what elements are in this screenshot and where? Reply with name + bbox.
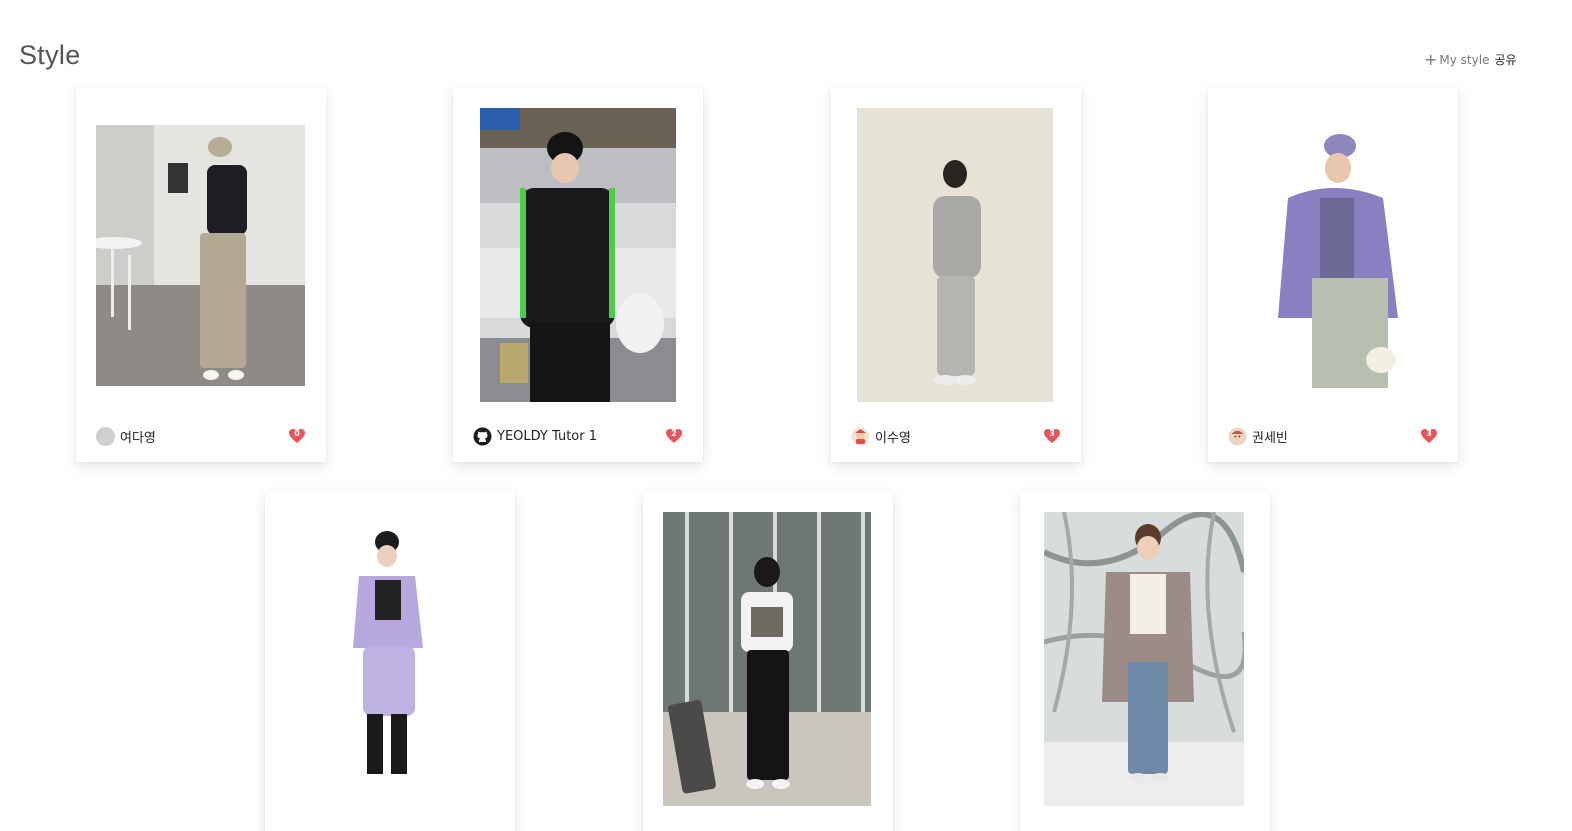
style-photo[interactable] (96, 125, 305, 386)
like-button[interactable]: 2 (665, 428, 683, 444)
author-name: YEOLDY Tutor 1 (497, 428, 598, 444)
style-card[interactable] (265, 492, 515, 831)
like-button[interactable]: 3 (1420, 428, 1438, 444)
style-photo[interactable] (1044, 512, 1244, 806)
style-card[interactable] (643, 492, 893, 831)
style-card[interactable]: YEOLDY Tutor 1 2 (453, 88, 703, 462)
style-card[interactable]: 권세빈 3 (1208, 88, 1458, 462)
share-link-label-kr: 공유 (1494, 53, 1517, 67)
style-card[interactable]: 여다영 0 (76, 88, 326, 462)
plus-icon: + (1424, 49, 1438, 69)
character-avatar (851, 427, 870, 446)
card-footer: YEOLDY Tutor 1 2 (473, 425, 683, 447)
style-photo[interactable] (345, 528, 440, 788)
style-photo[interactable] (663, 512, 871, 806)
author[interactable]: 권세빈 (1228, 427, 1288, 446)
author-name: 이수영 (875, 430, 911, 446)
author[interactable]: YEOLDY Tutor 1 (473, 427, 597, 446)
like-count: 2 (671, 429, 677, 438)
style-card[interactable] (1020, 492, 1270, 831)
github-icon (473, 427, 492, 446)
like-count: 3 (1049, 429, 1055, 438)
author[interactable]: 이수영 (851, 427, 911, 446)
like-button[interactable]: 0 (288, 428, 306, 444)
style-photo[interactable] (1248, 128, 1418, 388)
default-avatar (96, 426, 115, 446)
like-button[interactable]: 3 (1043, 428, 1061, 444)
share-link-label: My style (1439, 52, 1490, 67)
style-card[interactable]: 이수영 3 (831, 88, 1081, 462)
style-photo[interactable] (480, 108, 676, 402)
card-footer: 권세빈 3 (1228, 425, 1438, 447)
author[interactable]: 여다영 (96, 426, 156, 446)
page-title: Style (19, 40, 81, 70)
like-count: 0 (294, 429, 300, 438)
share-my-style-link[interactable]: + My style 공유 (1424, 51, 1517, 68)
card-footer: 여다영 0 (96, 425, 306, 447)
like-count: 3 (1426, 429, 1432, 438)
author-name: 여다영 (120, 430, 156, 446)
card-footer: 이수영 3 (851, 425, 1061, 447)
author-name: 권세빈 (1252, 430, 1288, 446)
character-avatar (1228, 427, 1247, 446)
style-photo[interactable] (857, 108, 1053, 402)
